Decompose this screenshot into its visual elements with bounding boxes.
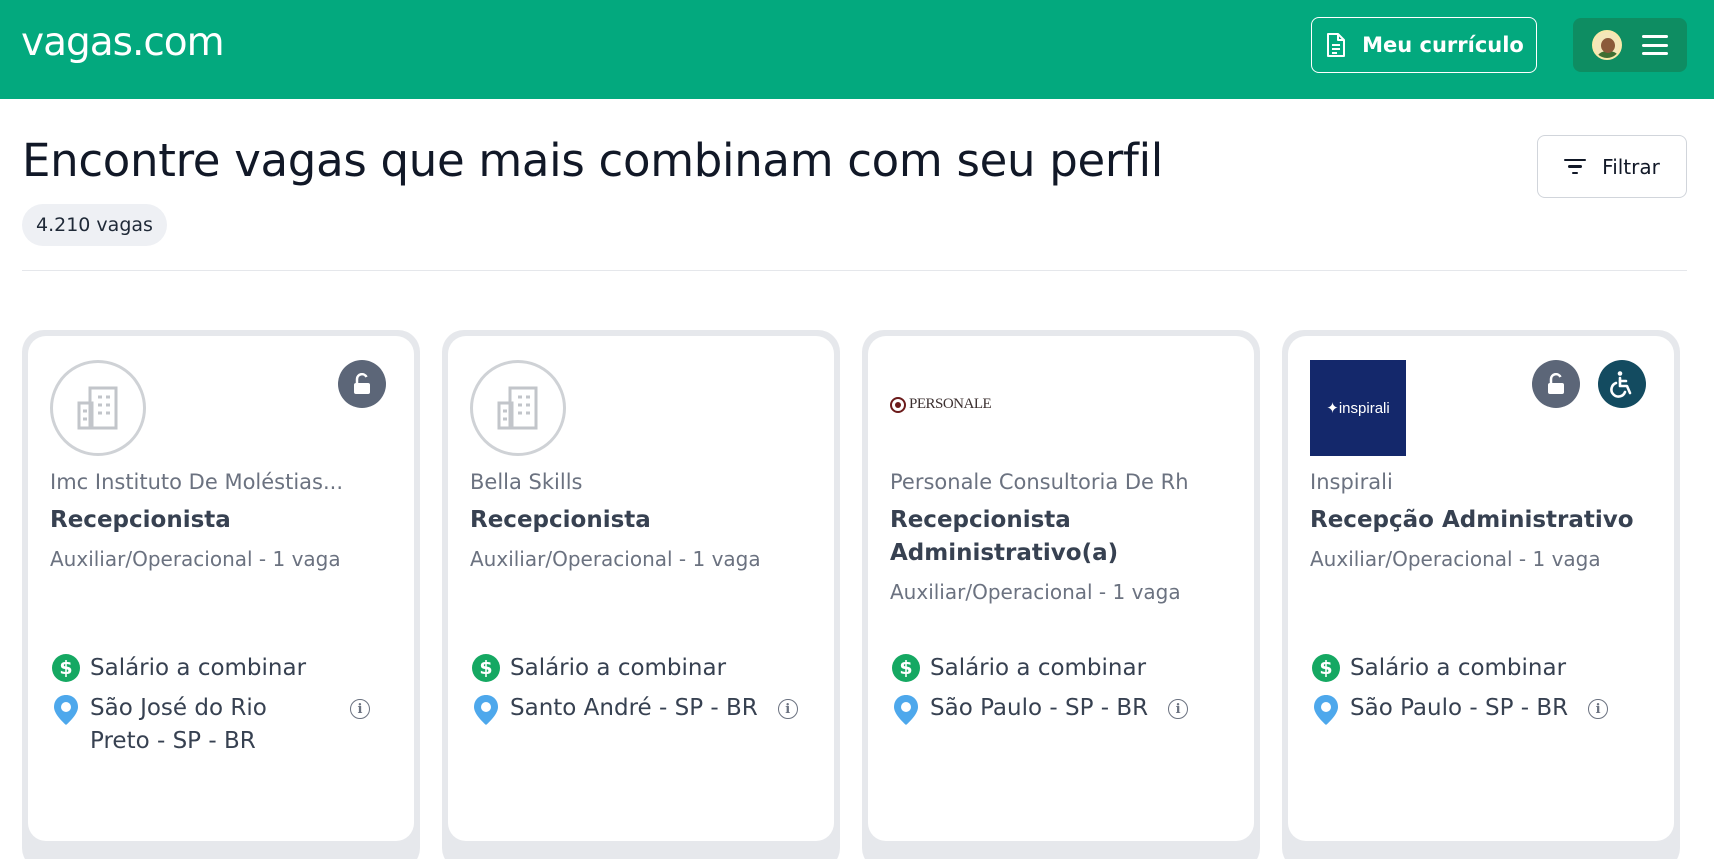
vagas-logo[interactable]: vagas.com: [21, 16, 225, 70]
dollar-icon: $: [1312, 654, 1340, 682]
hamburger-menu-icon: [1642, 35, 1668, 55]
location-row: São Paulo - SP - BR i: [1312, 692, 1609, 726]
info-icon[interactable]: i: [350, 699, 370, 719]
unlock-icon[interactable]: [338, 360, 386, 408]
page-title: Encontre vagas que mais combinam com seu…: [22, 134, 1164, 187]
salary-row: $ Salário a combinar: [52, 654, 306, 682]
info-icon[interactable]: i: [777, 699, 798, 719]
company-logo-placeholder: [470, 360, 566, 456]
job-title[interactable]: Recepcionista: [50, 504, 390, 537]
job-category: Auxiliar/Operacional - 1 vaga: [50, 547, 341, 571]
job-category: Auxiliar/Operacional - 1 vaga: [470, 547, 761, 571]
filter-button[interactable]: Filtrar: [1537, 135, 1687, 198]
job-category: Auxiliar/Operacional - 1 vaga: [1310, 547, 1601, 571]
accessibility-icon[interactable]: [1598, 360, 1646, 408]
map-pin-icon: [474, 695, 498, 725]
salary-text: Salário a combinar: [1350, 655, 1567, 681]
job-card[interactable]: Imc Instituto De Moléstias... Recepcioni…: [28, 336, 414, 841]
top-navigation-bar: vagas.com Meu currículo: [0, 0, 1714, 99]
salary-row: $ Salário a combinar: [472, 654, 726, 682]
avatar: [1592, 30, 1622, 60]
info-icon[interactable]: i: [1588, 699, 1609, 719]
personale-logo-text: PERSONALE: [909, 396, 992, 412]
salary-text: Salário a combinar: [510, 655, 727, 681]
company-name: Inspirali: [1310, 470, 1393, 494]
location-row: Santo André - SP - BR i: [472, 692, 798, 726]
company-name: Imc Instituto De Moléstias...: [50, 470, 344, 494]
filter-label: Filtrar: [1602, 154, 1660, 179]
job-title[interactable]: Recepção Administrativo: [1310, 504, 1650, 537]
job-category: Auxiliar/Operacional - 1 vaga: [890, 580, 1181, 604]
job-card-wrapper: Bella Skills Recepcionista Auxiliar/Oper…: [442, 330, 840, 859]
salary-text: Salário a combinar: [930, 655, 1147, 681]
my-resume-button[interactable]: Meu currículo: [1311, 17, 1537, 73]
my-resume-label: Meu currículo: [1362, 33, 1524, 57]
map-pin-icon: [54, 695, 78, 725]
job-card-wrapper: Imc Instituto De Moléstias... Recepcioni…: [22, 330, 420, 859]
map-pin-icon: [894, 695, 918, 725]
user-menu-button[interactable]: [1573, 18, 1687, 72]
company-logo: ✦inspirali: [1310, 360, 1406, 456]
map-pin-icon: [1314, 695, 1338, 725]
filter-icon: [1564, 158, 1587, 175]
company-logo: PERSONALE: [890, 396, 992, 413]
dollar-icon: $: [892, 654, 920, 682]
info-icon[interactable]: i: [1168, 699, 1189, 719]
unlock-icon[interactable]: [1532, 360, 1580, 408]
section-divider: [22, 270, 1687, 271]
job-card[interactable]: PERSONALE Personale Consultoria De Rh Re…: [868, 336, 1254, 841]
location-text: Santo André - SP - BR: [510, 695, 758, 721]
job-card[interactable]: ✦inspirali Inspirali Recepção Administra…: [1288, 336, 1674, 841]
location-row: São Paulo - SP - BR i: [892, 692, 1189, 726]
building-icon: [497, 386, 538, 430]
job-card[interactable]: Bella Skills Recepcionista Auxiliar/Oper…: [448, 336, 834, 841]
company-name: Bella Skills: [470, 470, 583, 494]
job-count-badge: 4.210 vagas: [22, 204, 167, 246]
job-card-wrapper: ✦inspirali Inspirali Recepção Administra…: [1282, 330, 1680, 859]
dollar-icon: $: [52, 654, 80, 682]
personale-logo-mark: [890, 396, 906, 413]
job-title[interactable]: Recepcionista Administrativo(a): [890, 504, 1230, 570]
job-title[interactable]: Recepcionista: [470, 504, 810, 537]
company-name: Personale Consultoria De Rh: [890, 470, 1189, 494]
location-text: São Paulo - SP - BR: [1350, 695, 1569, 721]
salary-row: $ Salário a combinar: [892, 654, 1146, 682]
salary-row: $ Salário a combinar: [1312, 654, 1566, 682]
building-icon: [77, 386, 118, 430]
location-text: São José do Rio Preto - SP - BR: [90, 695, 267, 754]
salary-text: Salário a combinar: [90, 655, 307, 681]
location-row: São José do Rio Preto - SP - BR i: [52, 692, 370, 758]
company-logo-placeholder: [50, 360, 146, 456]
job-card-wrapper: PERSONALE Personale Consultoria De Rh Re…: [862, 330, 1260, 859]
document-icon: [1327, 33, 1346, 57]
dollar-icon: $: [472, 654, 500, 682]
location-text: São Paulo - SP - BR: [930, 695, 1149, 721]
